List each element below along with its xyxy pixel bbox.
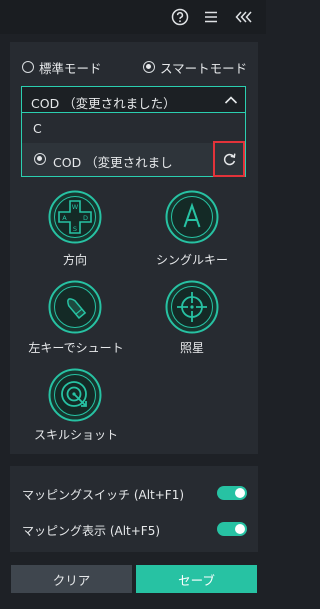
svg-text:S: S (73, 225, 77, 233)
single-key-icon (165, 190, 219, 244)
menu-icon[interactable] (201, 7, 221, 27)
svg-text:D: D (83, 214, 88, 222)
help-icon[interactable] (170, 7, 190, 27)
skill-skill-shot[interactable] (48, 368, 102, 422)
config-select-value: COD （変更されました） (31, 96, 176, 111)
skill-direction-label: 方向 (62, 253, 87, 267)
smart-mode-radio[interactable]: スマートモード (143, 58, 247, 76)
clear-button[interactable]: クリア (11, 565, 132, 593)
mapping-switch-toggle[interactable] (217, 486, 247, 500)
reset-config-button[interactable] (213, 141, 245, 177)
mapping-switch-label: マッピングスイッチ (Alt+F1) (22, 488, 185, 502)
config-select[interactable]: COD （変更されました） (21, 86, 246, 113)
bullet-icon (48, 280, 102, 334)
config-option-c[interactable]: C (22, 113, 245, 143)
standard-mode-label: 標準モード (39, 60, 102, 76)
skill-left-click-shoot-label: 左キーでシュート (28, 341, 124, 355)
config-option-label: COD （変更されまし (53, 155, 173, 170)
save-button[interactable]: セーブ (136, 565, 257, 593)
smart-radio-indicator (143, 61, 155, 73)
skill-left-click-shoot[interactable] (48, 280, 102, 334)
title-bar (0, 0, 266, 34)
standard-radio-indicator (22, 61, 34, 73)
svg-text:W: W (72, 203, 79, 211)
refresh-icon (223, 153, 236, 166)
skill-skill-shot-label: スキルショット (33, 428, 118, 442)
skill-single-key-label: シングルキー (155, 253, 228, 267)
skill-crosshair[interactable] (165, 280, 219, 334)
skill-direction[interactable]: W S A D (48, 190, 102, 244)
svg-text:A: A (62, 214, 67, 222)
mapping-display-toggle[interactable] (217, 522, 247, 536)
chevron-up-icon (223, 92, 239, 112)
config-option-cod[interactable]: COD （変更されまし (22, 143, 245, 176)
mapping-display-label: マッピング表示 (Alt+F5) (22, 524, 161, 538)
skill-shot-icon (48, 368, 102, 422)
skill-single-key[interactable] (165, 190, 219, 244)
crosshair-icon (165, 280, 219, 334)
selected-option-indicator (34, 153, 46, 165)
toggle-panel (10, 466, 258, 552)
skill-crosshair-label: 照星 (179, 341, 204, 355)
collapse-icon[interactable] (234, 7, 254, 27)
smart-mode-label: スマートモード (160, 60, 248, 76)
standard-mode-radio[interactable]: 標準モード (22, 58, 102, 76)
config-option-label: C (33, 121, 42, 136)
dpad-icon: W S A D (48, 190, 102, 244)
